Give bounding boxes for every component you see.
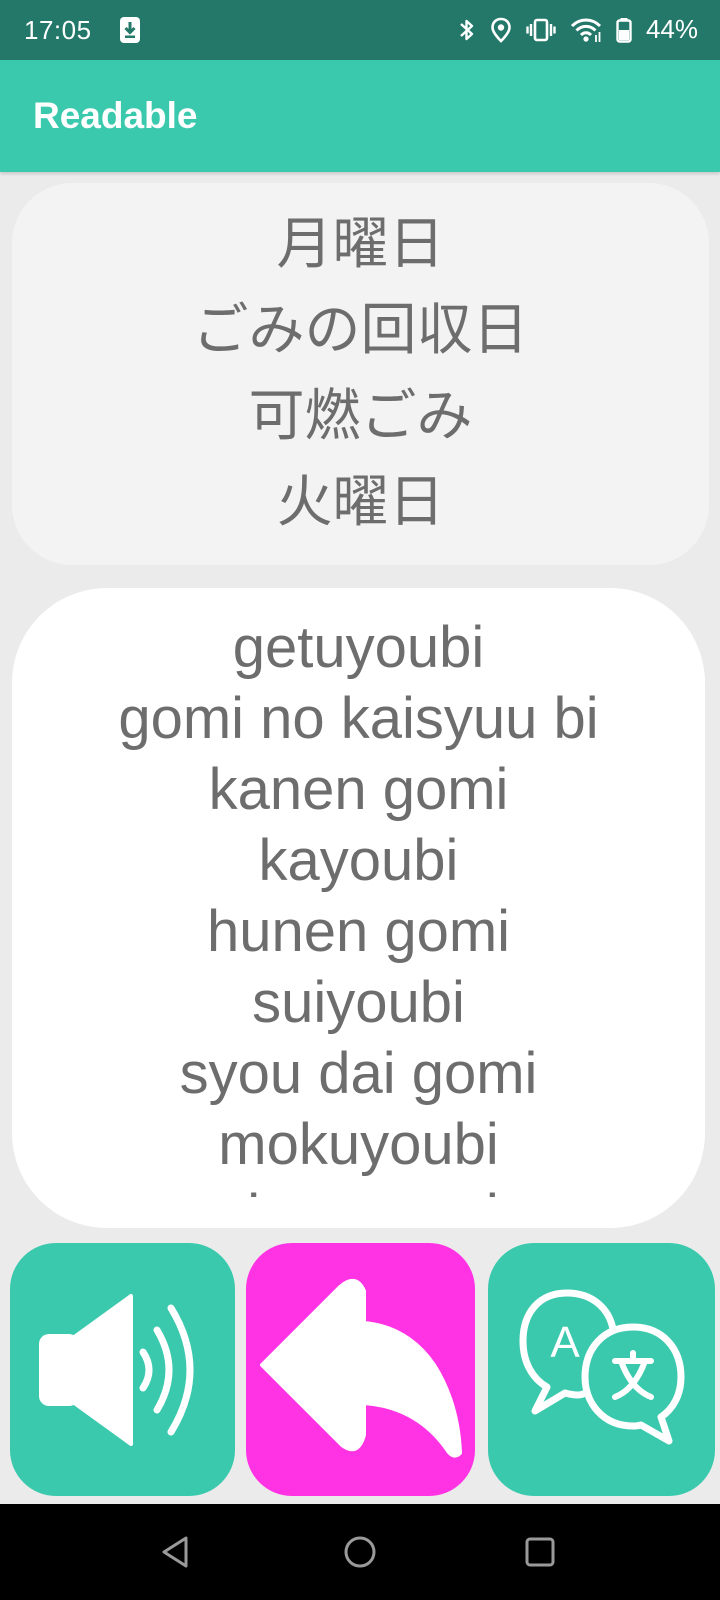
japanese-line: 月曜日 (276, 212, 445, 277)
battery-icon (616, 17, 632, 43)
romaji-line: syou dai gomi (179, 1041, 538, 1106)
romaji-line: suiyoubi (252, 970, 465, 1035)
romaji-scroll-area[interactable]: getuyoubi gomi no kaisyuu bi kanen gomi … (12, 612, 705, 1197)
download-icon (120, 17, 140, 43)
navigation-bar (0, 1504, 720, 1600)
romaji-line: kanen gomi (208, 757, 509, 822)
translate-icon: A (519, 1289, 684, 1444)
battery-percent: 44% (645, 14, 698, 44)
status-time: 17:05 (24, 15, 92, 45)
romaji-line: hunen gomi (206, 899, 511, 964)
location-icon (491, 17, 511, 43)
romaji-line: gomi no kaisyuu bi (118, 686, 599, 751)
romaji-text-card[interactable]: getuyoubi gomi no kaisyuu bi kanen gomi … (12, 588, 705, 1228)
romaji-line: mokuyoubi (218, 1112, 499, 1177)
speaker-icon (38, 1293, 193, 1446)
back-arrow-icon (260, 1278, 462, 1458)
romaji-line: kayoubi (258, 828, 459, 893)
japanese-line: 可燃ごみ (248, 384, 473, 449)
app-bar: Readable (0, 60, 720, 172)
wifi-icon (570, 18, 602, 42)
svg-text:A: A (550, 1318, 580, 1367)
romaji-line: getuyoubi (232, 615, 485, 680)
back-button[interactable] (246, 1243, 475, 1496)
japanese-line: 火曜日 (276, 470, 445, 535)
romaji-line: sigen gomi (12, 1180, 705, 1197)
japanese-text-card: 月曜日 ごみの回収日 可燃ごみ 火曜日 (12, 183, 709, 565)
nav-recents-icon[interactable] (522, 1534, 558, 1570)
nav-back-icon[interactable] (158, 1534, 194, 1570)
app-title: Readable (33, 95, 198, 136)
japanese-line: ごみの回収日 (192, 298, 529, 363)
status-bar: 17:05 44% (0, 0, 720, 60)
translate-button[interactable]: A (488, 1243, 715, 1496)
nav-home-icon[interactable] (342, 1534, 378, 1570)
vibrate-icon (526, 18, 556, 41)
speak-button[interactable] (10, 1243, 235, 1496)
bluetooth-icon (460, 19, 474, 40)
